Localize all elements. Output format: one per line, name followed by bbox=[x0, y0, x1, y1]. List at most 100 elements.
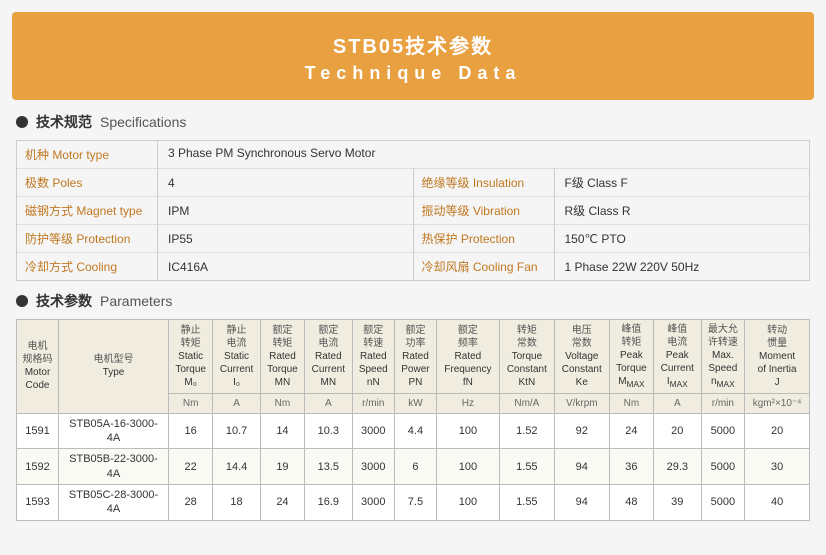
bullet-icon bbox=[16, 116, 28, 128]
spec-label-thermal: 热保护 Protection bbox=[414, 225, 554, 252]
table-cell: 1591 bbox=[17, 413, 59, 449]
th-rated-speed: 额定转速 RatedSpeed nN bbox=[352, 320, 394, 394]
bullet-icon-2 bbox=[16, 295, 28, 307]
table-cell: 100 bbox=[436, 413, 499, 449]
unit-rmin: r/min bbox=[352, 393, 394, 413]
table-cell: 20 bbox=[745, 413, 810, 449]
table-cell: 48 bbox=[609, 485, 653, 521]
spec-left-cooling: 冷却方式 Cooling IC416A bbox=[17, 253, 413, 280]
unit-a2: A bbox=[305, 393, 352, 413]
spec-label-insulation: 绝缘等级 Insulation bbox=[414, 169, 554, 196]
spec-left-magnet: 磁钢方式 Magnet type IPM bbox=[17, 197, 413, 224]
unit-a3: A bbox=[654, 393, 701, 413]
table-cell: 7.5 bbox=[395, 485, 437, 521]
table-cell: 1.55 bbox=[499, 449, 554, 485]
table-cell: 5000 bbox=[701, 485, 745, 521]
th-max-speed: 最大允许转速 Max.Speed nMAX bbox=[701, 320, 745, 394]
spec-row-cooling: 冷却方式 Cooling IC416A 冷却风扇 Cooling Fan 1 P… bbox=[17, 253, 809, 280]
th-motor-type: 电机型号 Type bbox=[59, 320, 169, 414]
specs-heading: 技术规范 Specifications bbox=[16, 112, 810, 132]
unit-kw: kW bbox=[395, 393, 437, 413]
table-cell: 1.55 bbox=[499, 485, 554, 521]
spec-label-coolingfan: 冷却风扇 Cooling Fan bbox=[414, 253, 554, 280]
params-heading: 技术参数 Parameters bbox=[16, 291, 810, 311]
params-title-cn: 技术参数 bbox=[36, 291, 92, 311]
table-cell: 16 bbox=[169, 413, 213, 449]
table-cell: 29.3 bbox=[654, 449, 701, 485]
spec-row-motortype: 机种 Motor type 3 Phase PM Synchronous Ser… bbox=[17, 141, 809, 169]
table-cell: 39 bbox=[654, 485, 701, 521]
params-title-en: Parameters bbox=[100, 293, 172, 309]
table-cell: 3000 bbox=[352, 449, 394, 485]
unit-kgm2: kgm²×10⁻⁴ bbox=[745, 393, 810, 413]
table-cell: 19 bbox=[260, 449, 304, 485]
table-cell: STB05A-16-3000-4A bbox=[59, 413, 169, 449]
unit-nm: Nm bbox=[169, 393, 213, 413]
unit-a: A bbox=[213, 393, 260, 413]
table-row: 1593STB05C-28-3000-4A28182416.930007.510… bbox=[17, 485, 810, 521]
table-cell: 92 bbox=[554, 413, 609, 449]
spec-left-poles: 极数 Poles 4 bbox=[17, 169, 413, 196]
table-cell: STB05B-22-3000-4A bbox=[59, 449, 169, 485]
table-cell: 24 bbox=[260, 485, 304, 521]
spec-label-poles: 极数 Poles bbox=[17, 169, 157, 196]
table-cell: 6 bbox=[395, 449, 437, 485]
table-cell: 14 bbox=[260, 413, 304, 449]
table-cell: 10.3 bbox=[305, 413, 352, 449]
unit-hz: Hz bbox=[436, 393, 499, 413]
spec-row-poles: 极数 Poles 4 绝缘等级 Insulation F级 Class F bbox=[17, 169, 809, 197]
spec-label-cooling: 冷却方式 Cooling bbox=[17, 253, 157, 280]
table-cell: 30 bbox=[745, 449, 810, 485]
spec-value-insulation: F级 Class F bbox=[555, 169, 638, 196]
unit-rmin2: r/min bbox=[701, 393, 745, 413]
params-table: 电机规格码 MotorCode 电机型号 Type 静止转矩 StaticTor… bbox=[16, 319, 810, 521]
table-cell: 3000 bbox=[352, 413, 394, 449]
th-peak-torque: 峰值转矩 PeakTorque MMAX bbox=[609, 320, 653, 394]
table-cell: 1593 bbox=[17, 485, 59, 521]
specs-title-cn: 技术规范 bbox=[36, 112, 92, 132]
header-title-en: Technique Data bbox=[32, 63, 794, 84]
th-motor-code: 电机规格码 MotorCode bbox=[17, 320, 59, 414]
table-header-row: 电机规格码 MotorCode 电机型号 Type 静止转矩 StaticTor… bbox=[17, 320, 810, 394]
spec-value-vibration: R级 Class R bbox=[555, 197, 641, 224]
table-cell: 40 bbox=[745, 485, 810, 521]
table-cell: 3000 bbox=[352, 485, 394, 521]
spec-value-protection: IP55 bbox=[158, 227, 203, 251]
table-cell: 94 bbox=[554, 449, 609, 485]
unit-nm3: Nm bbox=[609, 393, 653, 413]
spec-row-protection: 防护等级 Protection IP55 热保护 Protection 150℃… bbox=[17, 225, 809, 253]
spec-label-vibration: 振动等级 Vibration bbox=[414, 197, 554, 224]
th-rated-freq: 额定频率 RatedFrequency fN bbox=[436, 320, 499, 394]
table-cell: 100 bbox=[436, 485, 499, 521]
unit-nma: Nm/A bbox=[499, 393, 554, 413]
table-cell: 1592 bbox=[17, 449, 59, 485]
table-cell: 36 bbox=[609, 449, 653, 485]
th-rated-torque: 额定转矩 RatedTorque MN bbox=[260, 320, 304, 394]
th-peak-current: 峰值电流 PeakCurrent IMAX bbox=[654, 320, 701, 394]
spec-right-thermal: 热保护 Protection 150℃ PTO bbox=[414, 225, 810, 252]
table-cell: 1.52 bbox=[499, 413, 554, 449]
spec-label-text-motortype: 机种 Motor type bbox=[17, 141, 157, 168]
table-cell: 22 bbox=[169, 449, 213, 485]
th-static-current: 静止电流 StaticCurrent I₀ bbox=[213, 320, 260, 394]
th-rated-power: 额定功率 RatedPower PN bbox=[395, 320, 437, 394]
spec-value-motortype: 3 Phase PM Synchronous Servo Motor bbox=[158, 141, 809, 168]
specs-table: 机种 Motor type 3 Phase PM Synchronous Ser… bbox=[16, 140, 810, 281]
th-rated-current: 额定电流 RatedCurrent MN bbox=[305, 320, 352, 394]
table-cell: 10.7 bbox=[213, 413, 260, 449]
header-banner: STB05技术参数 Technique Data bbox=[12, 12, 814, 100]
table-cell: 4.4 bbox=[395, 413, 437, 449]
table-cell: STB05C-28-3000-4A bbox=[59, 485, 169, 521]
spec-value-thermal: 150℃ PTO bbox=[555, 227, 636, 251]
th-inertia: 转动惯量 Momentof Inertia J bbox=[745, 320, 810, 394]
table-row: 1592STB05B-22-3000-4A2214.41913.53000610… bbox=[17, 449, 810, 485]
th-torque-const: 转矩常数 TorqueConstant KtN bbox=[499, 320, 554, 394]
spec-right-vibration: 振动等级 Vibration R级 Class R bbox=[414, 197, 810, 224]
header-title-cn: STB05技术参数 bbox=[32, 30, 794, 59]
spec-value-cooling: IC416A bbox=[158, 255, 218, 279]
params-section: 技术参数 Parameters 电机规格码 MotorCode 电机型号 Typ… bbox=[16, 291, 810, 521]
spec-value-poles: 4 bbox=[158, 171, 185, 195]
spec-label-magnet: 磁钢方式 Magnet type bbox=[17, 197, 157, 224]
spec-value-coolingfan: 1 Phase 22W 220V 50Hz bbox=[555, 255, 710, 279]
spec-right-coolingfan: 冷却风扇 Cooling Fan 1 Phase 22W 220V 50Hz bbox=[414, 253, 810, 280]
